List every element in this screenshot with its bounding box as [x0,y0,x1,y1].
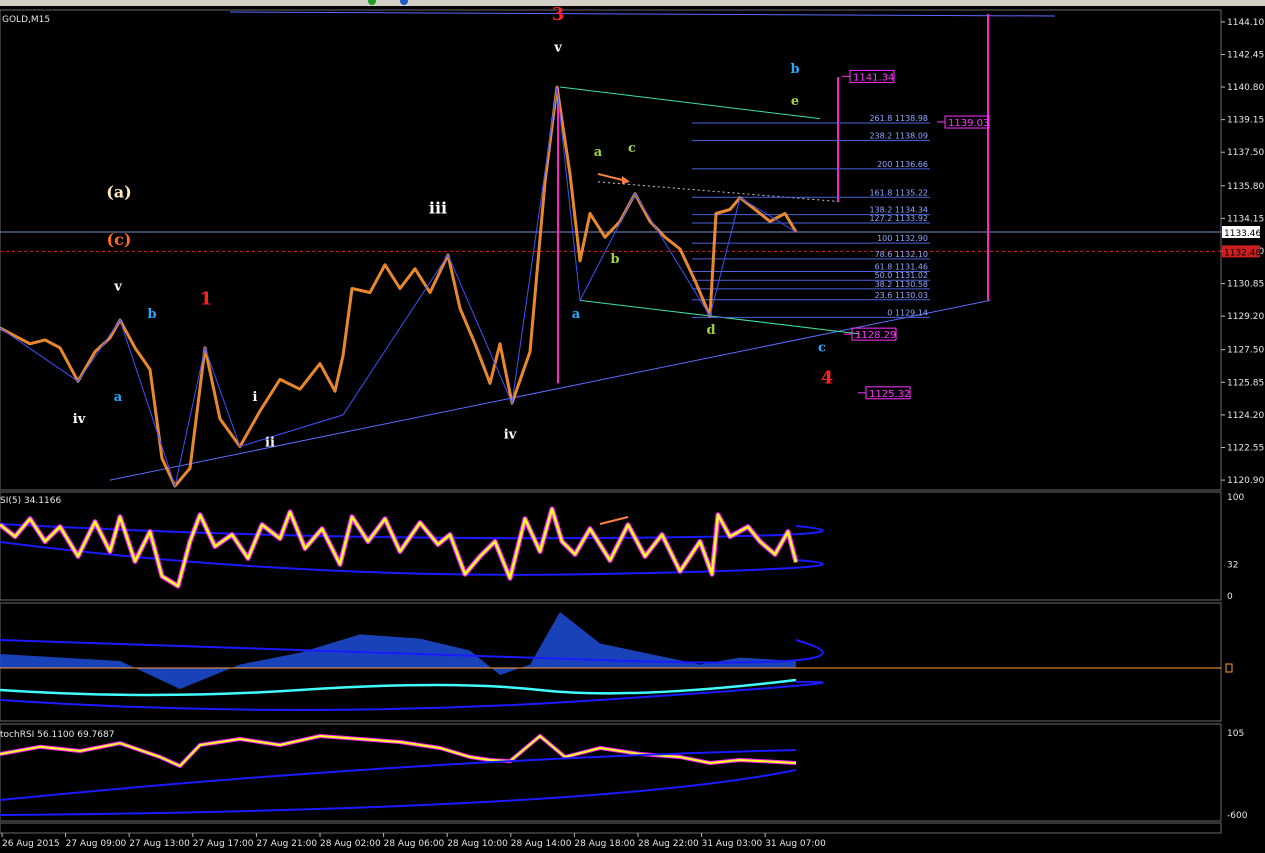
oscillator-chart-layer [0,612,1221,711]
rsi-tick-label: 32 [1227,560,1238,570]
price-tick-label: 1139.15 [1227,116,1264,126]
time-tick-label: 27 Aug 21:00 [256,839,317,849]
rsi-chart-layer [0,506,824,589]
price-tick-label: 1124.20 [1227,411,1264,421]
oscillator-signal-line [0,678,797,697]
orange-arrow-head [622,175,630,184]
fib-level-label: 261.8 1138.98 [869,114,928,123]
wave-label: 1 [200,288,213,309]
stochrsi-title: tochRSI 56.1100 69.7687 [0,730,114,740]
wave-label: iv [73,412,86,427]
oscillator-zero-tag [1225,663,1233,673]
wave-label: a [572,307,581,322]
fib-level-label: 61.8 1131.46 [875,263,928,272]
fib-level-label: 23.6 1130.03 [875,291,928,300]
time-tick-label: 28 Aug 22:00 [638,839,699,849]
time-tick-label: 28 Aug 14:00 [511,839,572,849]
price-box-label: 1128.29 [855,330,896,341]
time-tick-label: 26 Aug 2015 [2,839,60,849]
bid-price-label: 1132.48 [1224,248,1261,258]
price-tick-label: 1129.20 [1227,312,1264,322]
time-tick-label: 28 Aug 02:00 [320,839,381,849]
time-tick-label: 27 Aug 09:00 [66,839,127,849]
fib-level-label: 38.2 1130.58 [875,280,928,289]
stoch-tick-label: 105 [1227,729,1244,739]
main-chart-layer: 261.8 1138.98238.2 1138.09200 1136.66161… [0,4,1221,488]
fib-level-label: 0 1129.14 [887,308,928,317]
time-tick-label: 31 Aug 07:00 [765,839,826,849]
rsi-line [0,507,798,588]
price-tick-label: 1140.80 [1227,83,1264,93]
wave-label: e [791,94,799,109]
main-pane [0,9,1222,491]
scroll-pane[interactable] [0,822,1222,834]
fib-level-label: 78.6 1132.10 [875,250,928,259]
price-tick-label: 1130.85 [1227,280,1264,290]
stoch-tick-label: -600 [1227,811,1248,821]
price-tick-label: 1137.50 [1227,148,1264,158]
rsi-arrow [599,516,629,525]
price-tick-label: 1135.80 [1227,182,1264,192]
time-tick-label: 28 Aug 10:00 [447,839,508,849]
wave-label: c [818,341,826,356]
price-tick-label: 1125.85 [1227,378,1264,388]
price-box-label: 1141.34 [853,72,894,83]
wave-label: v [113,279,122,294]
wave-label: ii [265,436,275,451]
toolbar-strip[interactable] [0,0,1265,6]
wave-label: b [790,62,799,77]
wave-label: v [553,41,562,56]
wave-label: (c) [107,230,132,249]
stoch-lower-band [0,769,797,816]
triangle-upper-line [559,86,821,120]
time-tick-label: 27 Aug 13:00 [129,839,190,849]
wave-label: i [253,390,258,405]
stoch-line-shadow [0,734,797,768]
time-tick-label: 28 Aug 18:00 [574,839,635,849]
wave-label: b [610,252,619,267]
orange-arrow [597,172,623,181]
price-box-label: 1125.32 [869,389,910,400]
fib-level-label: 200 1136.66 [877,160,928,169]
time-tick-label: 31 Aug 03:00 [702,839,763,849]
price-tick-label: 1144.10 [1227,18,1264,28]
support-trendline [109,299,991,481]
rsi-tick-label: 0 [1227,592,1233,602]
price-tick-label: 1122.55 [1227,444,1264,454]
fib-level-label: 100 1132.90 [877,234,928,243]
fib-level-label: 238.2 1138.09 [869,132,928,141]
wave-label: (a) [106,183,132,202]
fib-level-label: 50.0 1131.02 [875,271,928,280]
wave-label: 3 [552,4,565,25]
price-box-label: 1139.03 [948,118,989,129]
rsi-title: SI(5) 34.1166 [0,496,61,506]
wave-label: c [628,141,636,156]
stochrsi-chart-layer [0,734,797,816]
wave-label: d [706,323,715,338]
wave-label: b [147,307,156,322]
stochrsi-pane [0,723,1222,822]
dotted-resistance-line [597,181,841,203]
chart-title: GOLD,M15 [2,15,50,25]
price-tick-label: 1134.15 [1227,214,1264,224]
price-tick-label: 1127.50 [1227,346,1264,356]
top-channel-line [229,11,1056,17]
time-tick-label: 27 Aug 17:00 [193,839,254,849]
oscillator-histogram [0,612,796,689]
time-tick-label: 28 Aug 06:00 [384,839,445,849]
wave-label: 4 [821,367,834,388]
fib-level-label: 161.8 1135.22 [869,188,928,197]
price-tick-label: 1142.45 [1227,50,1264,60]
wave-label: iv [504,428,517,443]
wave-label: a [594,145,603,160]
wave-label: a [114,390,123,405]
current-price-label: 1133.46 [1224,229,1261,239]
rsi-pane [0,491,1222,601]
price-tick-label: 1120.90 [1227,476,1264,486]
wave-label: iii [429,198,447,217]
chart-canvas: GOLD,M15 SI(5) 34.1166 tochRSI 56.1100 6… [0,0,1265,849]
rsi-tick-label: 100 [1227,493,1244,503]
fib-level-label: 127.2 1133.92 [869,214,928,223]
